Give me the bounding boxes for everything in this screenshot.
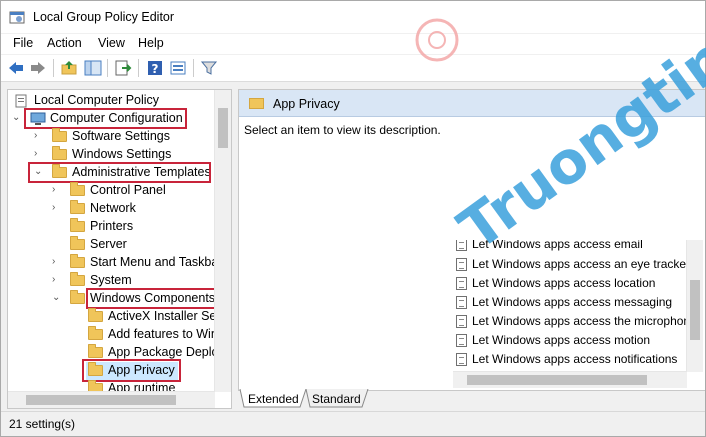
chevron-right-icon[interactable]: ›: [52, 184, 62, 196]
highlight-box: [82, 359, 181, 382]
tree-label: System: [90, 273, 132, 287]
folder-icon: [88, 308, 103, 322]
setting-name: Let Windows apps access an eye tracker: [472, 257, 691, 271]
folder-icon: [88, 326, 103, 340]
chevron-right-icon[interactable]: ›: [52, 274, 62, 286]
svg-text:?: ?: [152, 62, 159, 76]
tree-label: Software Settings: [72, 129, 170, 143]
gpedit-window: Local Group Policy Editor File Action Vi…: [0, 0, 706, 437]
tree-label: Windows Settings: [72, 147, 172, 161]
details-header: App Privacy: [239, 90, 705, 117]
highlight-box: [24, 108, 187, 129]
tree-label: Printers: [90, 219, 134, 233]
setting-name: Let Windows apps access messaging: [472, 295, 673, 309]
folder-icon: [52, 146, 67, 160]
folder-icon: [70, 182, 85, 196]
chevron-down-icon[interactable]: ⌄: [52, 292, 62, 304]
folder-icon: [70, 272, 85, 286]
folder-icon: [52, 128, 67, 142]
highlight-box: [86, 288, 218, 309]
scrollbar-thumb[interactable]: [26, 395, 176, 405]
policy-setting-icon: [456, 334, 467, 347]
tree-vertical-scrollbar[interactable]: [214, 90, 231, 392]
properties-icon[interactable]: [169, 59, 187, 77]
settings-vertical-scrollbar[interactable]: [686, 240, 703, 372]
scrollbar-thumb[interactable]: [218, 108, 228, 148]
toolbar-divider: [53, 59, 54, 77]
policy-setting-icon: [456, 277, 467, 290]
settings-horizontal-scrollbar[interactable]: [453, 371, 687, 388]
window-title: Local Group Policy Editor: [33, 10, 175, 24]
chevron-right-icon[interactable]: ›: [52, 256, 62, 268]
details-header-title: App Privacy: [273, 97, 340, 111]
help-icon[interactable]: ?: [146, 59, 164, 77]
forward-arrow-icon[interactable]: [29, 59, 47, 77]
back-arrow-icon[interactable]: [7, 59, 25, 77]
tab-extended[interactable]: Extended: [248, 392, 299, 411]
setting-name: Let Windows apps access location: [472, 276, 656, 290]
status-bar: 21 setting(s): [1, 411, 705, 436]
toolbar-divider: [107, 59, 108, 77]
tab-standard[interactable]: Standard: [312, 392, 361, 411]
view-tabs: Extended Standard: [238, 389, 704, 409]
policy-setting-icon: [456, 315, 467, 328]
policy-document-icon: [15, 94, 27, 108]
folder-icon: [70, 254, 85, 268]
folder-icon: [88, 344, 103, 358]
toolbar-divider: [193, 59, 194, 77]
policy-setting-icon: [456, 353, 467, 366]
gpedit-app-icon: [9, 11, 25, 24]
folder-icon: [70, 236, 85, 250]
scrollbar-thumb[interactable]: [467, 375, 647, 385]
tree-label: Network: [90, 201, 136, 215]
export-list-icon[interactable]: [114, 59, 132, 77]
setting-name: Let Windows apps access motion: [472, 333, 651, 347]
settings-list[interactable]: Let Windows apps access email Let Window…: [453, 240, 703, 388]
tree-label: Local Computer Policy: [34, 93, 160, 107]
chevron-right-icon[interactable]: ›: [34, 130, 44, 142]
title-bar: Local Group Policy Editor: [1, 1, 705, 33]
chevron-right-icon[interactable]: ›: [34, 148, 44, 160]
up-folder-icon[interactable]: [60, 59, 78, 77]
console-tree-pane[interactable]: Local Computer Policy ⌄ Computer Configu…: [7, 89, 232, 409]
filter-icon[interactable]: [200, 59, 218, 77]
policy-setting-icon: [456, 296, 467, 309]
setting-name: Let Windows apps access notifications: [472, 352, 678, 366]
menu-help[interactable]: Help: [138, 36, 164, 50]
menu-bar: File Action View Help: [1, 34, 705, 54]
tree-label: Start Menu and Taskbar: [90, 255, 223, 269]
folder-icon: [249, 98, 264, 109]
toolbar-divider: [138, 59, 139, 77]
menu-view[interactable]: View: [98, 36, 125, 50]
setting-name: Let Windows apps access email: [472, 240, 643, 251]
tree-horizontal-scrollbar[interactable]: [8, 391, 215, 408]
show-hide-tree-icon[interactable]: [84, 59, 102, 77]
description-text: Select an item to view its description.: [244, 123, 441, 137]
folder-icon: [70, 218, 85, 232]
highlight-box: [28, 162, 211, 183]
scrollbar-thumb[interactable]: [690, 280, 700, 340]
tree-label: Control Panel: [90, 183, 166, 197]
menu-file[interactable]: File: [13, 36, 33, 50]
menu-action[interactable]: Action: [47, 36, 82, 50]
chevron-right-icon[interactable]: ›: [52, 202, 62, 214]
setting-name: Let Windows apps access the microphone: [472, 314, 697, 328]
toolbar: ?: [1, 55, 705, 82]
tree-label: Server: [90, 237, 127, 251]
status-text: 21 setting(s): [9, 417, 76, 431]
folder-icon: [70, 200, 85, 214]
folder-icon: [70, 290, 85, 304]
chevron-down-icon[interactable]: ⌄: [12, 112, 22, 124]
policy-setting-icon: [456, 258, 467, 271]
details-pane: App Privacy Select an item to view its d…: [238, 89, 705, 391]
policy-setting-icon: [456, 240, 467, 251]
